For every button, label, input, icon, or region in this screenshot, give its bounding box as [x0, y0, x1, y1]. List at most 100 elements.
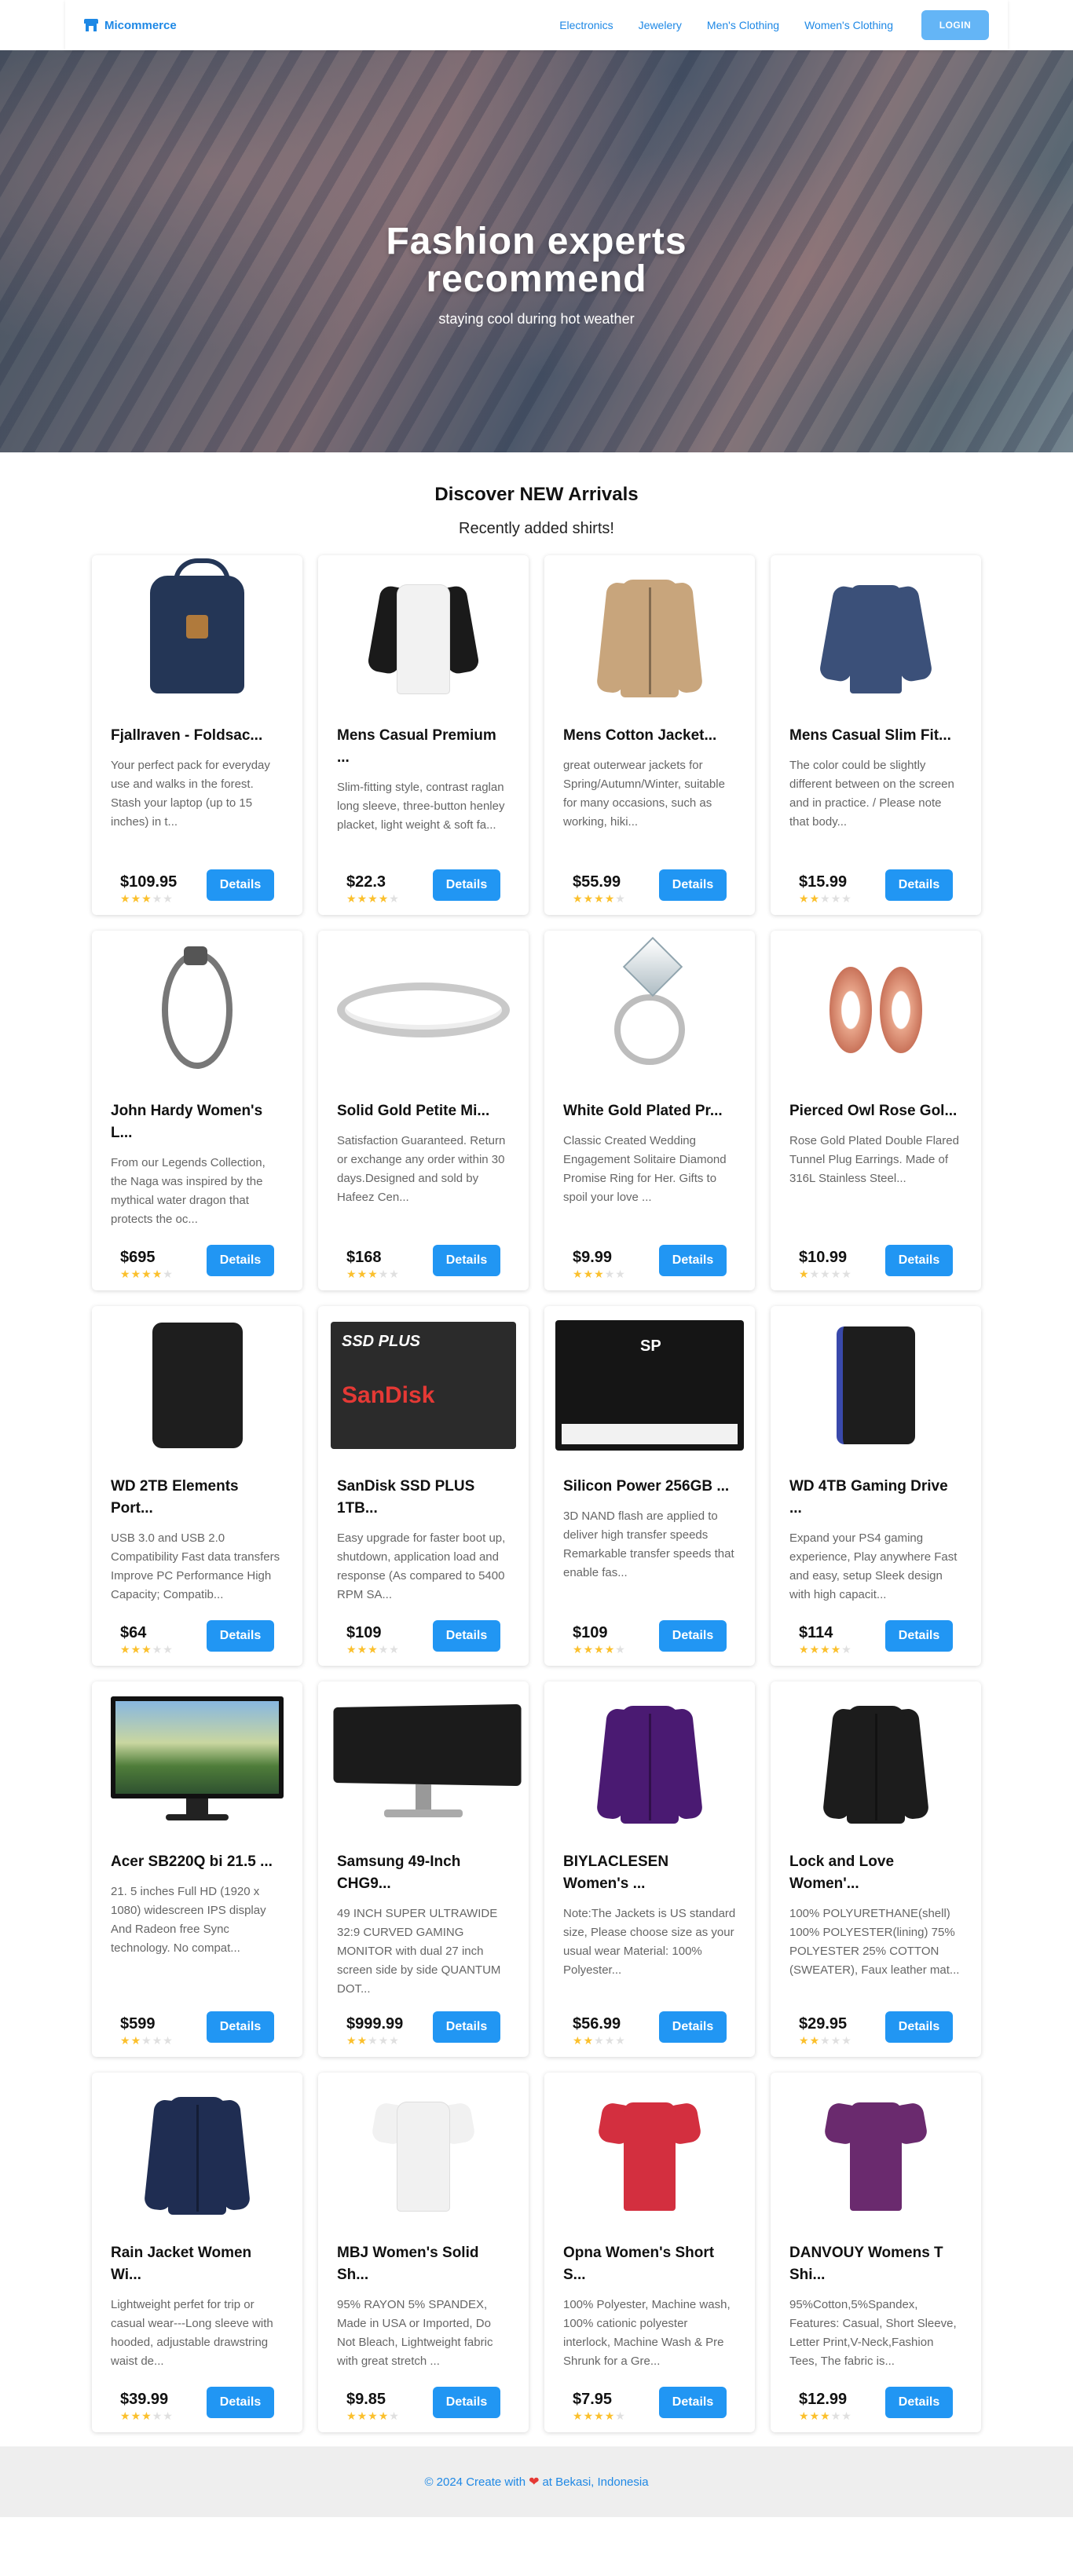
- details-button[interactable]: Details: [207, 2011, 274, 2043]
- star-icon: ★: [841, 1643, 851, 1656]
- nav-link-electronics[interactable]: Electronics: [559, 19, 613, 31]
- star-icon: ★: [346, 1643, 357, 1656]
- brand-name: Micommerce: [104, 18, 177, 32]
- product-description: Note:The Jackets is US standard size, Pl…: [563, 1907, 736, 1977]
- star-icon: ★: [830, 1268, 841, 1280]
- details-button[interactable]: Details: [885, 1245, 953, 1276]
- rating-stars: ★ ★ ★ ★ ★: [120, 2410, 173, 2421]
- ssd-brand: SanDisk: [342, 1382, 435, 1408]
- star-icon: ★: [346, 1268, 357, 1280]
- product-title: MBJ Women's Solid Sh...: [337, 2245, 479, 2283]
- product-price: $10.99: [799, 1249, 848, 1266]
- login-button[interactable]: LOGIN: [921, 10, 989, 40]
- product-description: 100% Polyester, Machine wash, 100% catio…: [563, 2298, 731, 2368]
- details-button[interactable]: Details: [885, 2387, 953, 2418]
- nav-link-jewelery[interactable]: Jewelery: [639, 19, 682, 31]
- product-footer: $29.95 ★ ★ ★ ★ ★ Details: [780, 1999, 972, 2046]
- star-icon: ★: [120, 2034, 130, 2047]
- brand[interactable]: Micommerce: [84, 19, 177, 32]
- rating-stars: ★ ★ ★ ★ ★: [799, 893, 851, 904]
- product-footer: $168 ★ ★ ★ ★ ★ Details: [328, 1232, 519, 1279]
- rating-stars: ★ ★ ★ ★ ★: [799, 2035, 851, 2046]
- details-button[interactable]: Details: [659, 2387, 727, 2418]
- product-price: $9.99: [573, 1249, 613, 1266]
- product-price: $168: [346, 1249, 382, 1266]
- details-button[interactable]: Details: [433, 1620, 500, 1652]
- star-icon: ★: [820, 1268, 830, 1280]
- product-price: $109.95: [120, 873, 178, 891]
- star-icon: ★: [389, 892, 399, 905]
- product-card: Mens Casual Premium ... Slim-fitting styl…: [318, 555, 529, 915]
- product-card: Silicon Power 256GB ... 3D NAND flash are…: [544, 1306, 755, 1666]
- product-description: Your perfect pack for everyday use and w…: [111, 759, 270, 829]
- product-card: Opna Women's Short S... 100% Polyester, M…: [544, 2073, 755, 2432]
- details-button[interactable]: Details: [885, 869, 953, 901]
- star-icon: ★: [152, 2410, 163, 2422]
- star-icon: ★: [346, 2410, 357, 2422]
- nav-links: Electronics Jewelery Men's Clothing Wome…: [534, 10, 989, 40]
- product-footer: $12.99 ★ ★ ★ ★ ★ Details: [780, 2374, 972, 2421]
- details-button[interactable]: Details: [207, 869, 274, 901]
- star-icon: ★: [152, 1643, 163, 1656]
- product-card: White Gold Plated Pr... Classic Created W…: [544, 931, 755, 1290]
- product-image: [554, 1315, 745, 1455]
- details-button[interactable]: Details: [659, 869, 727, 901]
- details-button[interactable]: Details: [433, 1245, 500, 1276]
- details-button[interactable]: Details: [433, 2011, 500, 2043]
- product-title: Pierced Owl Rose Gol...: [789, 1103, 958, 1119]
- star-icon: ★: [130, 892, 141, 905]
- star-icon: ★: [809, 1268, 820, 1280]
- product-description: USB 3.0 and USB 2.0 Compatibility Fast d…: [111, 1531, 280, 1601]
- star-icon: ★: [841, 892, 851, 905]
- star-icon: ★: [378, 2034, 389, 2047]
- details-button[interactable]: Details: [885, 2011, 953, 2043]
- star-icon: ★: [594, 892, 604, 905]
- price-rating: $999.99 ★ ★ ★ ★ ★: [346, 2015, 403, 2046]
- nav-link-womens-clothing[interactable]: Women's Clothing: [804, 19, 893, 31]
- product-card: BIYLACLESEN Women's ... Note:The Jackets …: [544, 1681, 755, 2057]
- rating-stars: ★ ★ ★ ★ ★: [573, 2035, 625, 2046]
- product-description: 100% POLYURETHANE(shell) 100% POLYESTER(…: [789, 1907, 960, 1977]
- star-icon: ★: [841, 2410, 851, 2422]
- star-icon: ★: [604, 892, 615, 905]
- details-button[interactable]: Details: [207, 2387, 274, 2418]
- nav-link-mens-clothing[interactable]: Men's Clothing: [707, 19, 779, 31]
- product-price: $109: [346, 1624, 382, 1641]
- product-price: $9.85: [346, 2391, 386, 2408]
- details-button[interactable]: Details: [885, 1620, 953, 1652]
- product-image: [780, 1691, 972, 1831]
- star-icon: ★: [368, 2034, 378, 2047]
- product-title: Opna Women's Short S...: [563, 2245, 715, 2283]
- star-icon: ★: [368, 1643, 378, 1656]
- product-price: $29.95: [799, 2015, 848, 2033]
- product-price: $114: [799, 1624, 833, 1641]
- product-image: [780, 2082, 972, 2222]
- product-image: [101, 940, 293, 1080]
- details-button[interactable]: Details: [659, 1620, 727, 1652]
- details-button[interactable]: Details: [207, 1620, 274, 1652]
- star-icon: ★: [163, 2034, 173, 2047]
- product-image: [328, 940, 519, 1080]
- footer: © 2024 Create with ❤ at Bekasi, Indonesi…: [0, 2446, 1073, 2517]
- new-arrivals-header: Discover NEW Arrivals Recently added shi…: [0, 452, 1073, 538]
- product-title: WD 4TB Gaming Drive ...: [789, 1478, 948, 1517]
- star-icon: ★: [809, 1643, 820, 1656]
- product-image: [328, 2082, 519, 2222]
- star-icon: ★: [604, 1268, 615, 1280]
- star-icon: ★: [594, 1643, 604, 1656]
- product-card: John Hardy Women's L... From our Legends …: [92, 931, 302, 1290]
- star-icon: ★: [141, 1643, 152, 1656]
- details-button[interactable]: Details: [433, 2387, 500, 2418]
- star-icon: ★: [573, 2034, 583, 2047]
- details-button[interactable]: Details: [659, 1245, 727, 1276]
- product-description: 3D NAND flash are applied to deliver hig…: [563, 1509, 734, 1579]
- star-icon: ★: [830, 2410, 841, 2422]
- product-card: Rain Jacket Women Wi... Lightweight perfe…: [92, 2073, 302, 2432]
- product-price: $15.99: [799, 873, 848, 891]
- star-icon: ★: [120, 892, 130, 905]
- details-button[interactable]: Details: [433, 869, 500, 901]
- star-icon: ★: [141, 2410, 152, 2422]
- star-icon: ★: [378, 892, 389, 905]
- details-button[interactable]: Details: [207, 1245, 274, 1276]
- details-button[interactable]: Details: [659, 2011, 727, 2043]
